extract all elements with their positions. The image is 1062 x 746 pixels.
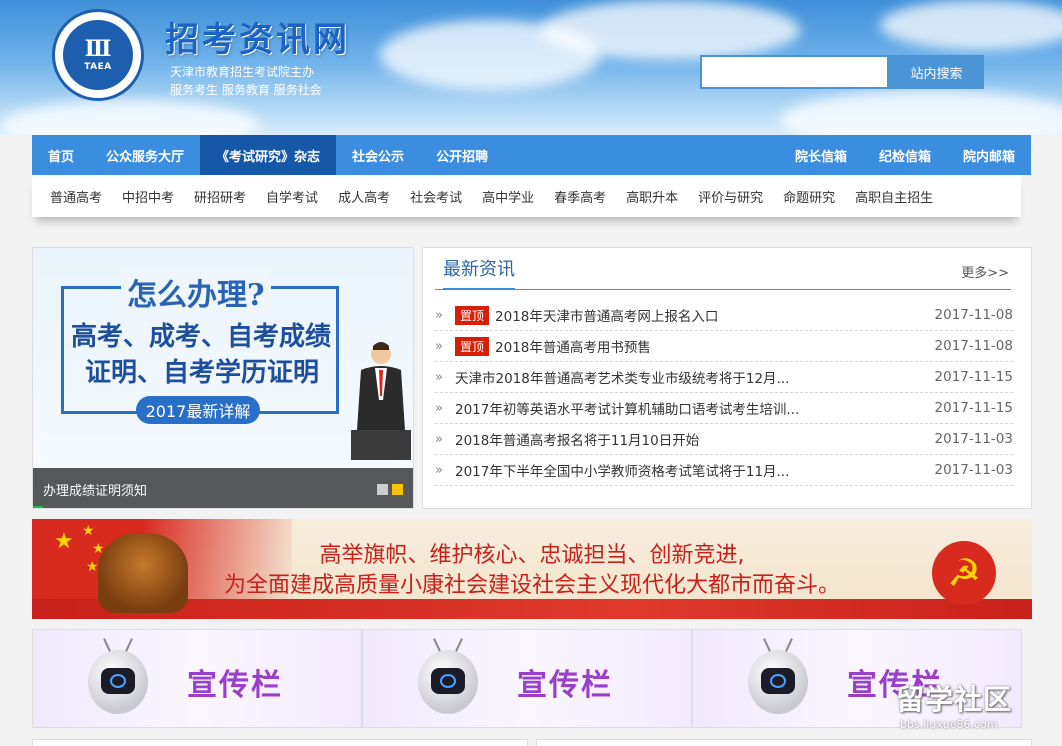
news-item-title[interactable]: 2017年下半年全国中小学教师资格考试笔试将于11月...	[455, 460, 933, 480]
news-item[interactable]: » 天津市2018年普通高考艺术类专业市级统考将于12月... 2017-11-…	[435, 362, 1013, 393]
star-icon: ★	[82, 523, 95, 539]
latest-news-panel: 最新资讯 更多>> » 置顶 2018年天津市普通高考网上报名入口 2017-1…	[422, 247, 1032, 509]
slogan-line-2: 为全面建成高质量小康社会建设社会主义现代化大都市而奋斗。	[223, 573, 840, 598]
news-item-date: 2017-11-08	[934, 307, 1013, 323]
news-item-title[interactable]: 天津市2018年普通高考艺术类专业市级统考将于12月...	[455, 367, 933, 387]
nav-item-recruitment[interactable]: 公开招聘	[420, 135, 504, 175]
promo-tile[interactable]: 宣传栏	[362, 629, 692, 728]
subnav-item[interactable]: 社会考试	[400, 187, 472, 206]
nav-item-journal[interactable]: 《考试研究》杂志	[200, 135, 337, 175]
double-chevron-icon: »	[435, 462, 443, 478]
search-button[interactable]: 站内搜索	[889, 55, 984, 89]
news-item-date: 2017-11-15	[934, 400, 1013, 416]
double-chevron-icon: »	[435, 400, 443, 416]
subnav-item[interactable]: 普通高考	[40, 187, 112, 206]
subnav-item[interactable]: 高职升本	[616, 187, 688, 206]
party-emblem-icon: ☭	[932, 541, 996, 605]
stone-lion-icon	[98, 533, 188, 613]
subnav-item[interactable]: 春季高考	[544, 187, 616, 206]
promo-tile[interactable]: 宣传栏	[32, 629, 362, 728]
double-chevron-icon: »	[435, 307, 443, 323]
double-chevron-icon: »	[435, 431, 443, 447]
news-more-link[interactable]: 更多>>	[961, 262, 1009, 281]
slide-line-2: 证明、自考学历证明	[85, 358, 320, 388]
slide-headline: 怎么办理?	[121, 270, 271, 314]
star-icon: ★	[54, 529, 74, 554]
news-list: » 置顶 2018年天津市普通高考网上报名入口 2017-11-08 » 置顶 …	[435, 300, 1013, 486]
watermark-title: 留学社区	[896, 683, 1013, 716]
nav-item-president-mailbox[interactable]: 院长信箱	[779, 135, 863, 175]
slogan-line-1: 高举旗帜、维护核心、忠诚担当、创新竞进,	[319, 543, 745, 568]
subnav-item[interactable]: 命题研究	[773, 187, 845, 206]
subnav-item[interactable]: 自学考试	[256, 187, 328, 206]
news-item-date: 2017-11-03	[934, 462, 1013, 478]
nav-item-public-notice[interactable]: 社会公示	[336, 135, 420, 175]
star-icon: ★	[86, 559, 99, 575]
subnav-item[interactable]: 成人高考	[328, 187, 400, 206]
pinned-badge: 置顶	[455, 305, 490, 325]
speaker-illustration-icon	[351, 342, 411, 460]
nav-item-internal-mail[interactable]: 院内邮箱	[947, 135, 1031, 175]
slide-line-1: 高考、成考、自考成绩	[71, 322, 332, 352]
sub-nav: 普通高考 中招中考 研招研考 自学考试 成人高考 社会考试 高中学业 春季高考 …	[32, 175, 1021, 217]
slogan-banner[interactable]: ★ ★ ★ ★ 高举旗帜、维护核心、忠诚担当、创新竞进, 为全面建成高质量小康社…	[32, 519, 1032, 619]
news-item-title[interactable]: 2018年普通高考报名将于11月10日开始	[455, 429, 933, 449]
subnav-item[interactable]: 评价与研究	[688, 187, 773, 206]
subnav-item[interactable]: 中招中考	[112, 187, 184, 206]
watermark: 留学社区 bbs.liuxue86.com	[896, 678, 1056, 740]
news-item-title[interactable]: 2018年普通高考用书预售	[495, 336, 933, 356]
robot-tv-icon	[748, 638, 808, 714]
pinned-badge: 置顶	[455, 336, 490, 356]
subtitle-line-2: 服务考生 服务教育 服务社会	[170, 83, 322, 97]
slide-caption[interactable]: 办理成绩证明须知	[33, 468, 413, 508]
feature-slider[interactable]: 怎么办理? 高考、成考、自考成绩 证明、自考学历证明 2017最新详解 办理成绩…	[32, 247, 414, 509]
promo-label: 宣传栏	[187, 668, 283, 703]
nav-item-public-service[interactable]: 公众服务大厅	[90, 135, 200, 175]
bottom-panel-left	[32, 739, 528, 746]
nav-item-discipline-mailbox[interactable]: 纪检信箱	[863, 135, 947, 175]
news-item-date: 2017-11-03	[934, 431, 1013, 447]
double-chevron-icon: »	[435, 338, 443, 354]
site-logo[interactable]: Ⅲ TAEA	[52, 9, 144, 101]
news-item-date: 2017-11-15	[934, 369, 1013, 385]
news-item-date: 2017-11-08	[934, 338, 1013, 354]
slider-dot-active[interactable]	[392, 484, 403, 495]
news-item[interactable]: » 置顶 2018年天津市普通高考网上报名入口 2017-11-08	[435, 300, 1013, 331]
news-item[interactable]: » 2017年初等英语水平考试计算机辅助口语考试考生培训... 2017-11-…	[435, 393, 1013, 424]
subnav-item[interactable]: 研招研考	[184, 187, 256, 206]
news-item-title[interactable]: 2017年初等英语水平考试计算机辅助口语考试考生培训...	[455, 398, 933, 418]
logo-mark-icon: Ⅲ	[84, 36, 112, 62]
news-item[interactable]: » 2017年下半年全国中小学教师资格考试笔试将于11月... 2017-11-…	[435, 455, 1013, 486]
site-subtitle: 天津市教育招生考试院主办 服务考生 服务教育 服务社会	[170, 63, 322, 99]
promo-label: 宣传栏	[517, 668, 613, 703]
news-item[interactable]: » 置顶 2018年普通高考用书预售 2017-11-08	[435, 331, 1013, 362]
news-header: 最新资讯 更多>>	[435, 258, 1011, 290]
robot-tv-icon	[88, 638, 148, 714]
subnav-item[interactable]: 高职自主招生	[845, 187, 943, 206]
logo-text: TAEA	[84, 62, 112, 72]
double-chevron-icon: »	[435, 369, 443, 385]
robot-tv-icon	[418, 638, 478, 714]
slider-dots	[377, 484, 403, 495]
slider-dot[interactable]	[377, 484, 388, 495]
search-input[interactable]	[700, 55, 889, 89]
nav-item-home[interactable]: 首页	[32, 135, 90, 175]
news-item-title[interactable]: 2018年天津市普通高考网上报名入口	[495, 305, 933, 325]
bottom-panel-right	[536, 739, 1032, 746]
news-item[interactable]: » 2018年普通高考报名将于11月10日开始 2017-11-03	[435, 424, 1013, 455]
subtitle-line-1: 天津市教育招生考试院主办	[170, 65, 315, 79]
news-title: 最新资讯	[443, 258, 515, 290]
watermark-url: bbs.liuxue86.com	[900, 718, 998, 731]
main-nav: 首页 公众服务大厅 《考试研究》杂志 社会公示 公开招聘 院长信箱 纪检信箱 院…	[32, 135, 1031, 175]
site-title[interactable]: 招考资讯网	[165, 12, 350, 61]
slider-progress	[33, 506, 43, 508]
subnav-item[interactable]: 高中学业	[472, 187, 544, 206]
slide-pill: 2017最新详解	[136, 396, 260, 424]
